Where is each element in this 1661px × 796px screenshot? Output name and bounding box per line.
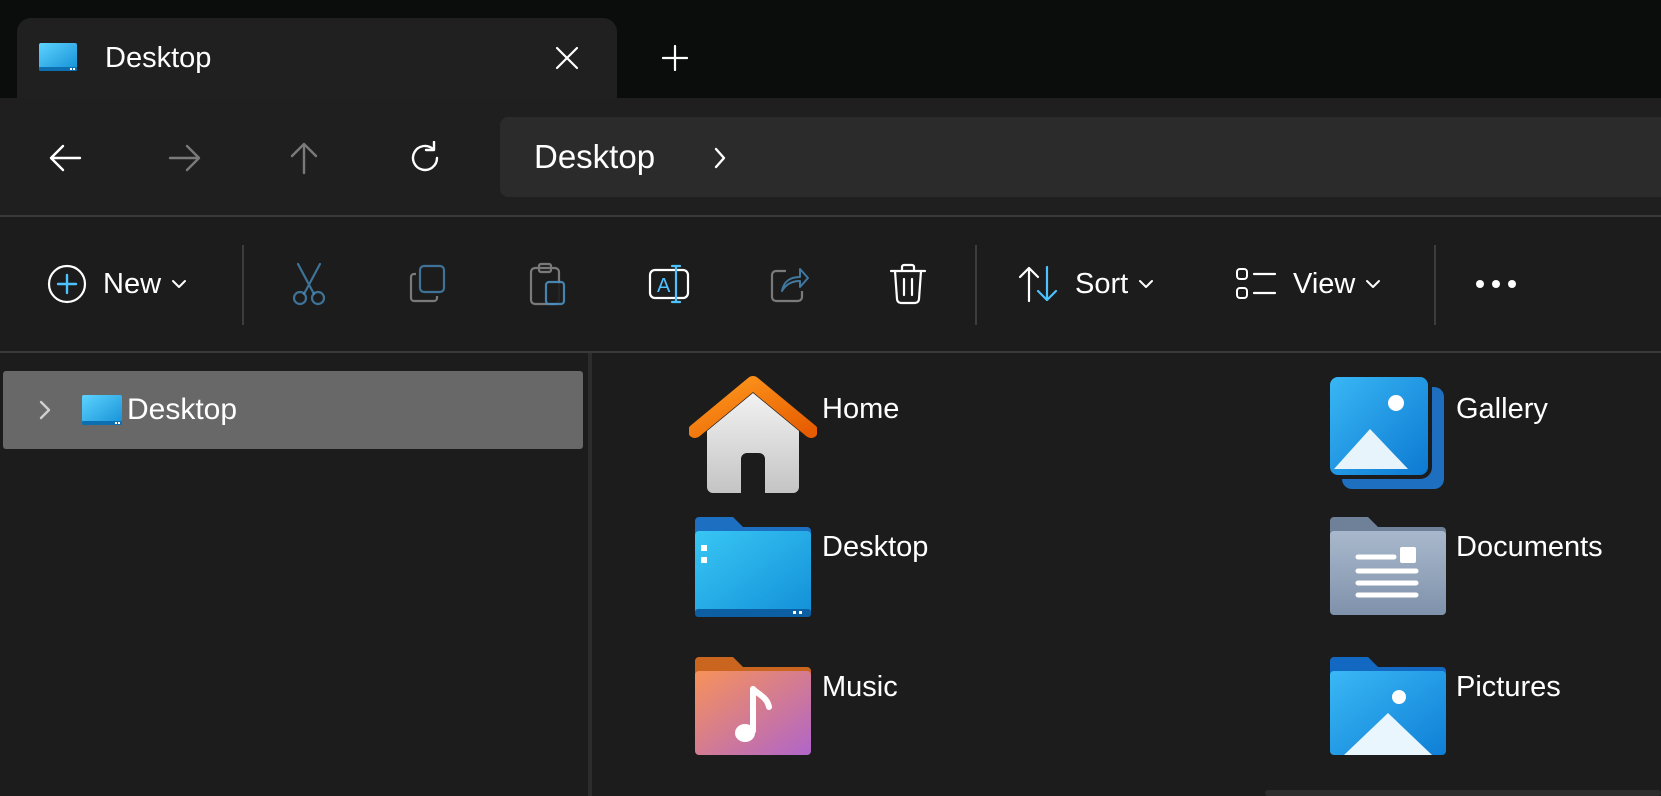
close-tab-button[interactable] (547, 38, 587, 78)
paste-icon (529, 262, 566, 306)
rename-icon: A (648, 264, 690, 304)
plus-icon (662, 45, 688, 71)
arrow-left-icon (49, 144, 82, 172)
pictures-folder-icon (1324, 651, 1452, 779)
item-gallery[interactable]: Gallery (1324, 373, 1661, 503)
svg-text:A: A (657, 275, 671, 297)
breadcrumb-desktop[interactable]: Desktop (534, 137, 655, 177)
cut-icon (292, 262, 326, 306)
cut-button[interactable] (290, 259, 328, 309)
music-folder-icon (689, 651, 817, 779)
close-icon (555, 46, 579, 70)
arrow-right-icon (168, 144, 201, 172)
paste-button[interactable] (528, 259, 568, 309)
view-icon (1236, 268, 1277, 299)
share-icon (770, 268, 809, 303)
share-button[interactable] (770, 259, 810, 309)
refresh-button[interactable] (400, 138, 450, 178)
desktop-icon (81, 393, 123, 427)
item-label: Gallery (1456, 393, 1548, 425)
new-tab-button[interactable] (655, 38, 695, 78)
documents-folder-icon (1324, 511, 1452, 639)
tab-desktop[interactable]: Desktop (17, 18, 617, 98)
arrow-up-icon (290, 142, 318, 175)
navigation-pane: Desktop (0, 353, 588, 796)
item-documents[interactable]: Documents (1324, 511, 1661, 641)
expand-chevron[interactable] (31, 395, 59, 425)
desktop-icon (38, 42, 78, 72)
item-music[interactable]: Music (689, 651, 1189, 781)
delete-icon (889, 263, 927, 305)
chevron-right-icon (714, 147, 726, 169)
copy-icon (409, 264, 446, 303)
delete-button[interactable] (889, 259, 927, 309)
breadcrumb-chevron[interactable] (705, 141, 735, 175)
sort-icon (1018, 265, 1058, 303)
horizontal-scrollbar[interactable] (1265, 790, 1661, 796)
rename-button[interactable]: A (648, 259, 692, 309)
item-label: Pictures (1456, 671, 1561, 703)
home-icon (688, 373, 818, 501)
navpane-item-desktop[interactable]: Desktop (3, 371, 583, 449)
command-bar: New A Sort View (0, 217, 1661, 353)
back-button[interactable] (40, 138, 90, 178)
item-pictures[interactable]: Pictures (1324, 651, 1661, 781)
chevron-right-icon (39, 400, 51, 420)
toolbar-separator (242, 245, 244, 325)
refresh-icon (411, 141, 439, 172)
forward-button[interactable] (160, 138, 210, 178)
toolbar-separator (1434, 245, 1436, 325)
item-desktop[interactable]: Desktop (689, 511, 1189, 641)
view-button[interactable]: View (1235, 259, 1381, 309)
item-home[interactable]: Home (688, 373, 1189, 503)
new-label: New (103, 267, 162, 300)
item-label: Home (822, 393, 900, 425)
gallery-icon (1324, 373, 1452, 501)
item-label: Music (822, 671, 898, 703)
sort-label: Sort (1075, 267, 1129, 300)
copy-button[interactable] (408, 259, 448, 309)
address-bar[interactable]: Desktop (500, 117, 1661, 197)
up-button[interactable] (279, 138, 329, 178)
more-icon (1476, 280, 1516, 288)
new-button[interactable]: New (47, 259, 187, 309)
new-icon (47, 264, 87, 304)
content-area: Home Gallery Desktop Documents Music Pic… (592, 353, 1661, 796)
item-label: Desktop (822, 531, 929, 563)
desktop-folder-icon (689, 511, 817, 639)
view-label: View (1293, 267, 1356, 300)
title-bar: Desktop (0, 0, 1661, 98)
navpane-item-label: Desktop (127, 393, 238, 426)
toolbar-separator (975, 245, 977, 325)
sort-button[interactable]: Sort (1017, 259, 1154, 309)
tab-title: Desktop (105, 42, 212, 74)
item-label: Documents (1456, 531, 1603, 563)
chevron-down-icon (1365, 279, 1381, 289)
chevron-down-icon (1138, 279, 1154, 289)
more-options-button[interactable] (1475, 259, 1517, 309)
navigation-bar: Desktop (0, 98, 1661, 217)
chevron-down-icon (171, 279, 187, 289)
